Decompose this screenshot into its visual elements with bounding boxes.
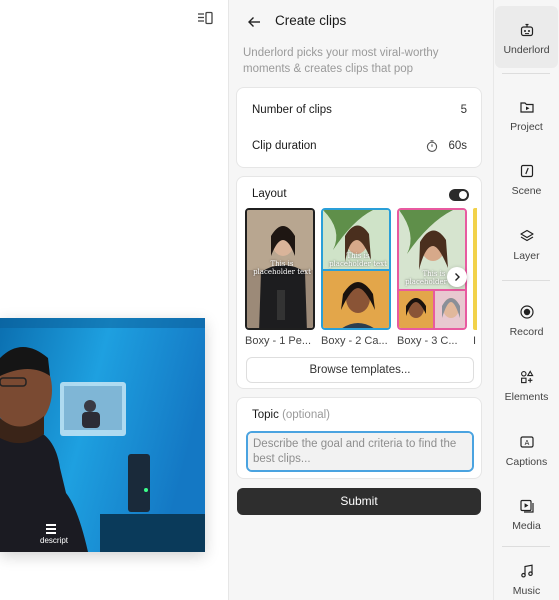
media-icon bbox=[520, 499, 534, 513]
nav-item-record[interactable]: Record bbox=[495, 288, 558, 350]
captions-icon: A bbox=[520, 436, 534, 448]
number-of-clips-value[interactable]: 5 bbox=[461, 104, 467, 116]
nav-item-media[interactable]: Media bbox=[495, 482, 558, 544]
nav-item-elements[interactable]: Elements bbox=[495, 353, 558, 415]
topic-label: Topic (optional) bbox=[252, 409, 330, 421]
chevron-right-icon bbox=[455, 273, 460, 281]
template-placeholder-text: This is placeholder text bbox=[253, 260, 311, 276]
layout-template-boxy-1[interactable]: This is placeholder text Boxy - 1 Pe... bbox=[245, 208, 315, 347]
nav-label: Elements bbox=[504, 391, 549, 403]
panel-title: Create clips bbox=[275, 13, 347, 28]
topic-optional-hint: (optional) bbox=[282, 409, 331, 421]
timer-icon bbox=[425, 139, 439, 153]
nav-label: Captions bbox=[505, 456, 548, 468]
editor-canvas: descript bbox=[0, 0, 228, 600]
nav-item-music[interactable]: Music bbox=[495, 547, 558, 600]
template-name: Boxy - 3 C... bbox=[397, 335, 458, 347]
video-preview[interactable]: descript bbox=[0, 318, 205, 552]
template-thumbnail: This is placeholder text bbox=[321, 208, 391, 330]
nav-item-layer[interactable]: Layer bbox=[495, 212, 558, 274]
template-name: Boxy - 1 Pe... bbox=[245, 335, 312, 347]
layout-template-boxy-2[interactable]: This is placeholder text Boxy - 2 Ca... bbox=[321, 208, 391, 347]
project-folder-icon bbox=[520, 102, 534, 113]
nav-item-captions[interactable]: A Captions bbox=[495, 418, 558, 480]
music-note-icon bbox=[521, 564, 533, 578]
nav-label: Project bbox=[510, 121, 543, 133]
topic-label-text: Topic bbox=[252, 409, 279, 421]
nav-divider bbox=[502, 73, 550, 74]
number-of-clips-label: Number of clips bbox=[252, 104, 332, 116]
nav-item-project[interactable]: Project bbox=[495, 83, 558, 145]
layout-label: Layout bbox=[252, 188, 287, 200]
layout-card: Layout This is placeholder text Boxy - 1… bbox=[236, 176, 482, 389]
template-name-peek: I bbox=[473, 335, 477, 347]
clip-duration-label: Clip duration bbox=[252, 140, 317, 152]
outline-icon bbox=[198, 11, 213, 25]
template-placeholder-text: This is placeholder text bbox=[329, 252, 387, 268]
back-button[interactable] bbox=[245, 12, 265, 32]
nav-label: Record bbox=[509, 326, 544, 338]
panel-description: Underlord picks your most viral-worthy m… bbox=[243, 47, 439, 75]
template-thumbnail: This is placeholder text bbox=[245, 208, 315, 330]
record-icon bbox=[520, 305, 534, 319]
nav-label: Underlord bbox=[503, 44, 550, 56]
topic-input[interactable] bbox=[246, 431, 474, 472]
nav-label: Music bbox=[512, 585, 541, 597]
arrow-left-icon bbox=[248, 17, 260, 27]
nav-label: Media bbox=[512, 520, 541, 532]
layout-toggle[interactable] bbox=[449, 189, 469, 201]
nav-item-scene[interactable]: Scene bbox=[495, 147, 558, 209]
create-clips-panel: Create clips Underlord picks your most v… bbox=[228, 0, 493, 600]
nav-divider bbox=[502, 280, 550, 281]
layers-icon bbox=[520, 229, 534, 242]
template-name: Boxy - 2 Ca... bbox=[321, 335, 388, 347]
templates-next-button[interactable] bbox=[447, 267, 467, 287]
robot-icon bbox=[520, 23, 534, 37]
layout-template-next-peek[interactable] bbox=[473, 208, 477, 330]
svg-text:A: A bbox=[525, 440, 530, 447]
nav-label: Scene bbox=[511, 185, 542, 197]
outline-toggle-button[interactable] bbox=[196, 10, 214, 28]
topic-card: Topic (optional) bbox=[236, 397, 482, 479]
descript-shirt-logo: descript bbox=[40, 536, 69, 545]
scene-icon bbox=[520, 164, 534, 178]
submit-button[interactable]: Submit bbox=[237, 488, 481, 515]
clip-duration-value[interactable]: 60s bbox=[448, 140, 467, 152]
tool-sidebar: Underlord Project Scene Layer Record Ele… bbox=[493, 0, 559, 600]
browse-templates-button[interactable]: Browse templates... bbox=[246, 357, 474, 383]
nav-label: Layer bbox=[513, 250, 540, 262]
clip-settings-card: Number of clips 5 Clip duration 60s bbox=[236, 87, 482, 168]
elements-icon bbox=[521, 370, 534, 384]
nav-item-underlord[interactable]: Underlord bbox=[495, 6, 558, 68]
